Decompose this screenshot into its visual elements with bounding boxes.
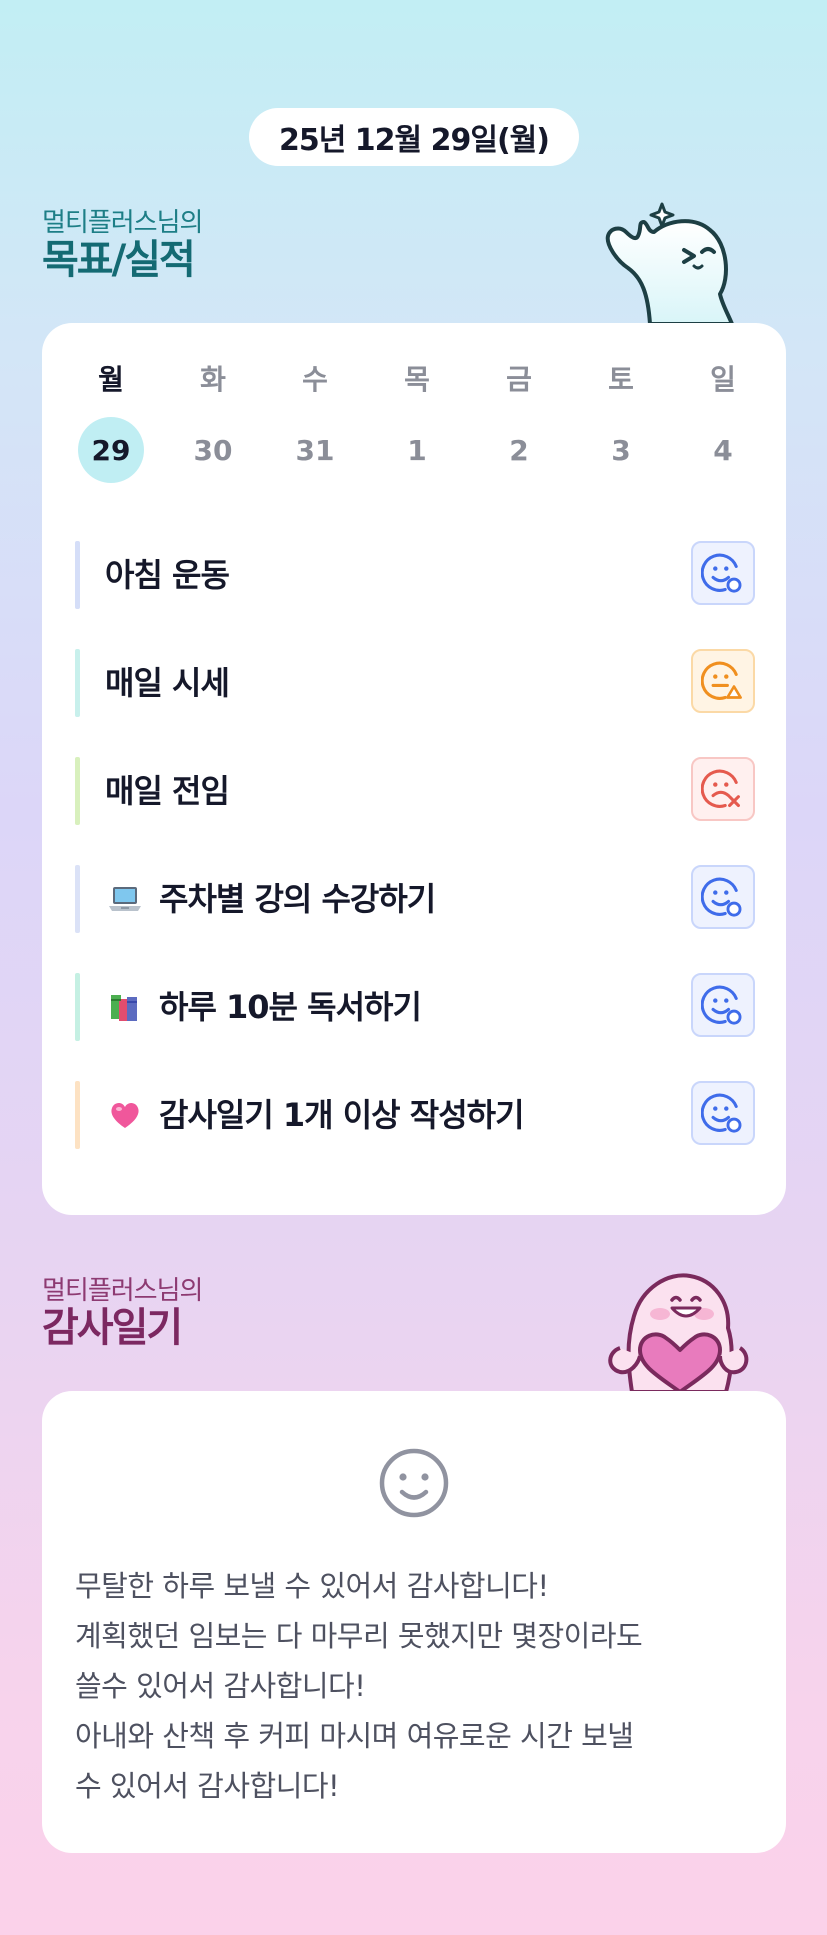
day-label: 월 xyxy=(98,363,124,396)
status-face-icon xyxy=(701,983,745,1027)
diary-line: 아내와 산책 후 커피 마시며 여유로운 시간 보낼 xyxy=(75,1719,634,1753)
goal-color-bar xyxy=(75,541,80,609)
goals-card: 월 29 화 30 수 31 목 1 금 2 토 3 일 4 아침 운동 매일 시세 매일 전임 주차별 강의 … xyxy=(42,323,786,1215)
day-label: 수 xyxy=(302,363,328,396)
goal-status-button-done[interactable] xyxy=(691,865,755,929)
goal-text: 하루 10분 독서하기 xyxy=(159,988,422,1026)
diary-line: 수 있어서 감사합니다! xyxy=(75,1769,340,1803)
goal-text: 매일 시세 xyxy=(105,664,230,702)
week-day-2[interactable]: 수 31 xyxy=(280,363,350,483)
goal-status-button-done[interactable] xyxy=(691,973,755,1037)
status-face-icon xyxy=(701,767,745,811)
week-day-1[interactable]: 화 30 xyxy=(178,363,248,483)
heart-icon xyxy=(107,1097,143,1133)
day-label: 일 xyxy=(710,363,736,396)
status-face-icon xyxy=(701,1091,745,1135)
goal-row[interactable]: 매일 시세 xyxy=(75,649,755,717)
goal-status-button-done[interactable] xyxy=(691,541,755,605)
day-label: 금 xyxy=(506,363,532,396)
day-number[interactable]: 31 xyxy=(282,417,348,483)
diary-line: 계획했던 임보는 다 마무리 못했지만 몇장이라도 xyxy=(75,1619,643,1653)
goal-color-bar xyxy=(75,973,80,1041)
goal-status-button-done[interactable] xyxy=(691,1081,755,1145)
goal-color-bar xyxy=(75,757,80,825)
goal-row[interactable]: 주차별 강의 수강하기 xyxy=(75,865,755,933)
diary-line: 무탈한 하루 보낼 수 있어서 감사합니다! xyxy=(75,1569,549,1603)
status-face-icon xyxy=(701,659,745,703)
goals-section-title: 목표/실적 xyxy=(42,237,196,283)
goal-row[interactable]: 아침 운동 xyxy=(75,541,755,609)
mascot-ghost-icon xyxy=(605,202,734,324)
goal-row[interactable]: 하루 10분 독서하기 xyxy=(75,973,755,1041)
selected-date[interactable]: 29 xyxy=(78,417,144,483)
goal-color-bar xyxy=(75,1081,80,1149)
week-day-4[interactable]: 금2 xyxy=(484,363,554,483)
day-label: 화 xyxy=(200,363,226,396)
day-label: 목 xyxy=(404,363,430,396)
day-number[interactable]: 4 xyxy=(690,417,756,483)
date-label: 25년 12월 29일(월) xyxy=(249,108,579,166)
goal-text: 아침 운동 xyxy=(105,556,230,594)
goal-text: 주차별 강의 수강하기 xyxy=(159,880,436,918)
laptop-icon xyxy=(107,881,143,917)
diary-line: 쓸수 있어서 감사합니다! xyxy=(75,1669,366,1703)
gratitude-section-title: 감사일기 xyxy=(42,1305,183,1351)
day-number[interactable]: 1 xyxy=(384,417,450,483)
books-icon xyxy=(107,989,143,1025)
week-day-3[interactable]: 목1 xyxy=(382,363,452,483)
day-number[interactable]: 2 xyxy=(486,417,552,483)
day-number[interactable]: 30 xyxy=(180,417,246,483)
gratitude-section-subtitle: 멀티플러스님의 xyxy=(42,1276,203,1306)
week-day-0[interactable]: 월 29 xyxy=(76,363,146,483)
goal-color-bar xyxy=(75,649,80,717)
mascot-heart-icon xyxy=(608,1273,749,1392)
smiley-icon xyxy=(378,1447,450,1519)
week-day-5[interactable]: 토3 xyxy=(586,363,656,483)
goal-text: 감사일기 1개 이상 작성하기 xyxy=(159,1096,525,1134)
week-day-6[interactable]: 일4 xyxy=(688,363,758,483)
status-face-icon xyxy=(701,551,745,595)
goals-section-header: 멀티플러스님의 목표/실적 xyxy=(42,208,203,283)
goals-section-subtitle: 멀티플러스님의 xyxy=(42,208,203,238)
status-face-icon xyxy=(701,875,745,919)
day-number[interactable]: 3 xyxy=(588,417,654,483)
diary-text: 무탈한 하루 보낼 수 있어서 감사합니다! 계획했던 임보는 다 마무리 못했… xyxy=(75,1561,765,1811)
goal-text: 매일 전임 xyxy=(105,772,230,810)
goal-row[interactable]: 매일 전임 xyxy=(75,757,755,825)
goal-status-button-partial[interactable] xyxy=(691,649,755,713)
goal-status-button-failed[interactable] xyxy=(691,757,755,821)
gratitude-card: 무탈한 하루 보낼 수 있어서 감사합니다! 계획했던 임보는 다 마무리 못했… xyxy=(42,1391,786,1853)
gratitude-section-header: 멀티플러스님의 감사일기 xyxy=(42,1276,203,1351)
goal-row[interactable]: 감사일기 1개 이상 작성하기 xyxy=(75,1081,755,1149)
day-label: 토 xyxy=(608,363,634,396)
goal-color-bar xyxy=(75,865,80,933)
